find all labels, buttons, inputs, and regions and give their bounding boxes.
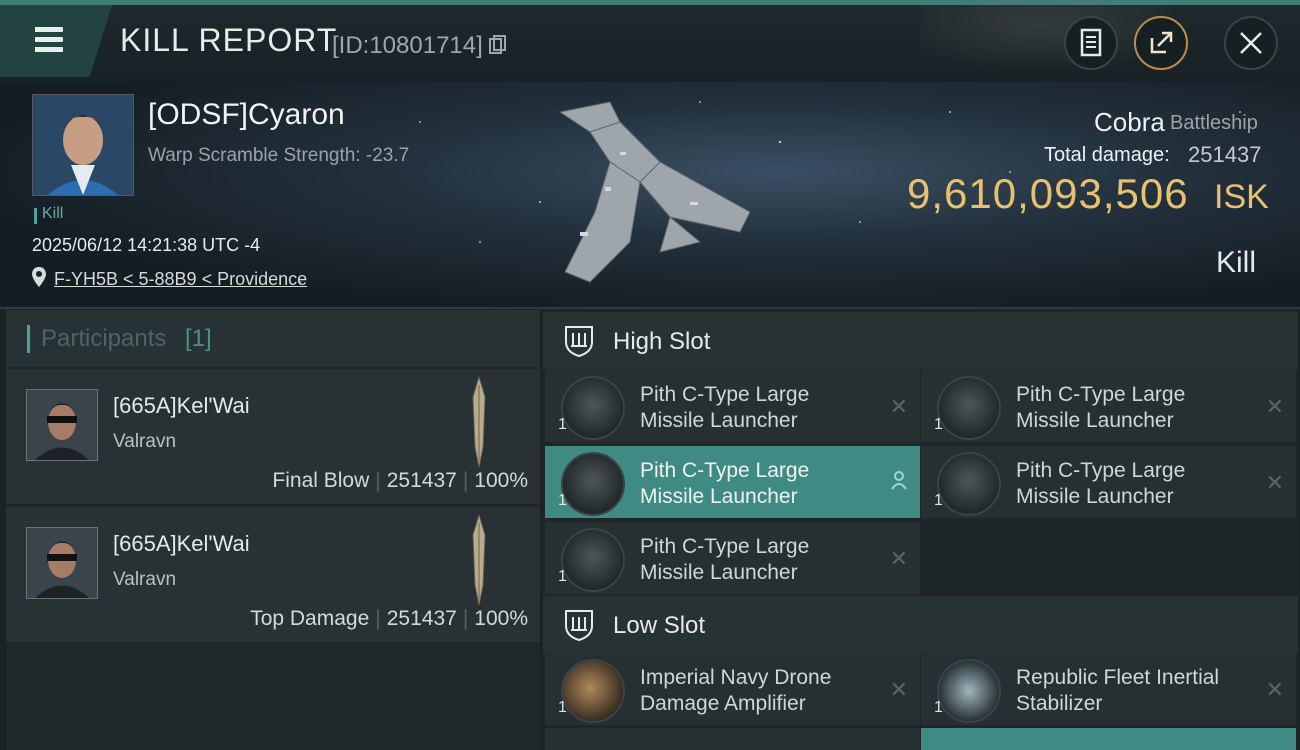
module-name: Pith C-Type Large Missile Launcher	[1016, 459, 1186, 508]
module-slot-partial[interactable]	[545, 728, 920, 750]
missile-launcher-icon	[561, 376, 625, 440]
high-slot-icon	[565, 326, 593, 358]
module-quantity: 1	[558, 699, 567, 716]
low-slot-label: Low Slot	[613, 612, 706, 639]
destroyed-icon: ✕	[1265, 394, 1284, 419]
module-slot[interactable]: 1 Pith C-Type Large Missile Launcher ✕	[545, 370, 920, 442]
pilot-portrait-icon	[33, 95, 133, 195]
missile-launcher-icon	[561, 452, 625, 516]
clipboard-icon	[1080, 28, 1102, 57]
module-name: Republic Fleet Inertial Stabilizer	[1016, 666, 1220, 715]
low-slot-header: Low Slot	[543, 596, 1298, 653]
module-slot[interactable]: 1 Imperial Navy Drone Damage Amplifier ✕	[545, 653, 920, 725]
ship-icon	[472, 515, 486, 605]
destroyed-icon: ✕	[1265, 470, 1284, 495]
kill-tag-marker	[34, 208, 37, 224]
high-slot-header: High Slot	[543, 312, 1298, 369]
module-slot[interactable]: 1 Republic Fleet Inertial Stabilizer ✕	[921, 653, 1296, 725]
inertial-stabilizer-icon	[937, 659, 1001, 723]
attacker-stats: Final Blow | 251437 | 100%	[272, 469, 528, 492]
attacker-avatar[interactable]	[26, 527, 98, 599]
report-id-text: [ID:10801714]	[332, 32, 483, 59]
kill-tag: Kill	[42, 205, 64, 222]
share-button[interactable]	[1134, 16, 1188, 70]
attacker-damage: 251437	[386, 607, 457, 630]
missile-launcher-icon	[937, 452, 1001, 516]
destroyed-icon: ✕	[1265, 677, 1284, 702]
close-button[interactable]	[1224, 16, 1278, 70]
dropped-person-icon	[891, 471, 907, 490]
participants-count: [1]	[185, 325, 212, 352]
high-slot-label: High Slot	[613, 328, 711, 355]
location-pin-icon	[32, 267, 46, 287]
missile-launcher-icon	[561, 528, 625, 592]
module-slot[interactable]: 1 Pith C-Type Large Missile Launcher ✕	[545, 522, 920, 594]
module-slot[interactable]: 1 Pith C-Type Large Missile Launcher	[545, 446, 920, 518]
module-slot-partial[interactable]	[921, 728, 1296, 750]
module-name: Imperial Navy Drone Damage Amplifier	[640, 666, 832, 715]
destroyed-icon: ✕	[889, 394, 908, 419]
ship-image	[558, 101, 751, 283]
attacker-stats: Top Damage | 251437 | 100%	[250, 607, 528, 630]
isk-unit: ISK	[1214, 178, 1269, 216]
attacker-name: [665A]Kel'Wai	[113, 531, 250, 556]
attacker-role: Top Damage	[250, 607, 370, 630]
isk-value: 9,610,093,506	[907, 170, 1189, 217]
victim-name[interactable]: [ODSF]Cyaron	[148, 98, 345, 132]
pilot-portrait-icon	[27, 528, 97, 598]
module-quantity: 1	[558, 492, 567, 509]
kill-timestamp: 2025/06/12 14:21:38 UTC -4	[32, 235, 261, 255]
missile-launcher-icon	[937, 376, 1001, 440]
drone-damage-amplifier-icon	[561, 659, 625, 723]
module-quantity: 1	[934, 699, 943, 716]
report-id: [ID:10801714]	[332, 32, 507, 60]
attacker-avatar[interactable]	[26, 389, 98, 461]
location-link[interactable]: F-YH5B < 5-88B9 < Providence	[54, 269, 307, 290]
clipboard-button[interactable]	[1064, 16, 1118, 70]
module-quantity: 1	[558, 568, 567, 585]
total-damage-label: Total damage:	[1044, 144, 1170, 166]
module-name: Pith C-Type Large Missile Launcher	[640, 383, 810, 432]
low-slot-icon	[565, 610, 593, 642]
destroyed-icon: ✕	[889, 546, 908, 571]
module-name: Pith C-Type Large Missile Launcher	[640, 459, 810, 508]
pilot-portrait-icon	[27, 390, 97, 460]
attacker-card[interactable]: [665A]Kel'Wai Valravn Top Damage | 251437 |…	[6, 507, 540, 642]
module-slot[interactable]: 1 Pith C-Type Large Missile Launcher ✕	[921, 446, 1296, 518]
module-slot[interactable]: 1 Pith C-Type Large Missile Launcher ✕	[921, 370, 1296, 442]
attacker-role: Final Blow	[272, 469, 370, 492]
attacker-percent: 100%	[474, 607, 528, 630]
participants-marker	[27, 325, 30, 353]
outcome-label: Kill	[1216, 246, 1257, 279]
attacker-name: [665A]Kel'Wai	[113, 393, 250, 418]
total-damage-value: 251437	[1188, 142, 1262, 167]
attacker-card[interactable]: [665A]Kel'Wai Valravn Final Blow | 251437 |…	[6, 369, 540, 504]
attacker-ship: Valravn	[113, 569, 177, 590]
participants-title: Participants	[41, 325, 167, 352]
module-name: Pith C-Type Large Missile Launcher	[640, 535, 810, 584]
module-quantity: 1	[558, 416, 567, 433]
ship-class: Cobra	[1094, 107, 1165, 137]
attacker-ship: Valravn	[113, 431, 177, 452]
module-quantity: 1	[934, 492, 943, 509]
attacker-damage: 251437	[386, 469, 457, 492]
ship-icon	[472, 377, 486, 467]
ship-type: Battleship	[1170, 112, 1258, 134]
copy-icon[interactable]	[489, 35, 507, 55]
victim-avatar[interactable]	[32, 94, 134, 196]
page-title: KILL REPORT	[120, 22, 338, 58]
module-quantity: 1	[934, 416, 943, 433]
attacker-percent: 100%	[474, 469, 528, 492]
warp-scramble-strength: Warp Scramble Strength: -23.7	[148, 145, 410, 166]
destroyed-icon: ✕	[889, 677, 908, 702]
share-icon	[1150, 31, 1173, 54]
close-icon	[1240, 32, 1262, 54]
module-name: Pith C-Type Large Missile Launcher	[1016, 383, 1186, 432]
